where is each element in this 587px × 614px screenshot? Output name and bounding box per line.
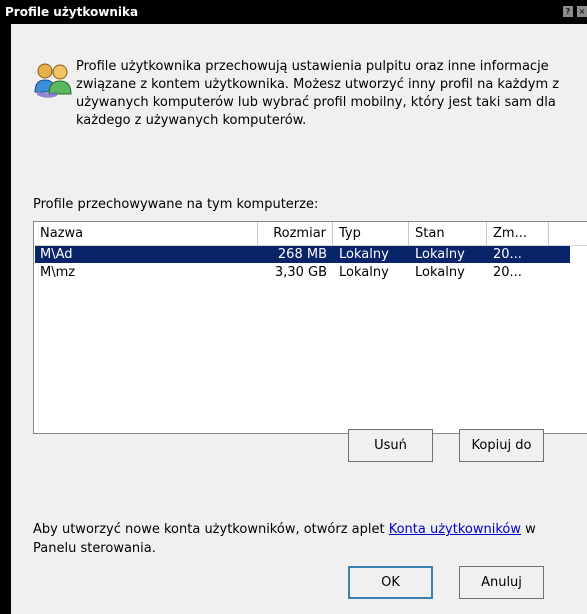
column-header-name[interactable]: Nazwa [34, 222, 258, 245]
column-header-size[interactable]: Rozmiar [258, 222, 333, 245]
footer-text: Aby utworzyć nowe konta użytkowników, ot… [33, 520, 573, 558]
cell-modified: 20... [493, 247, 522, 262]
table-row[interactable]: M\Ad 268 MB Lokalny Lokalny 20... [35, 246, 570, 263]
delete-button[interactable]: Usuń [348, 429, 433, 462]
copy-to-button[interactable]: Kopiuj do [459, 429, 544, 462]
ok-button[interactable]: OK [348, 566, 433, 599]
info-text: Profile użytkownika przechowują ustawien… [76, 59, 560, 128]
cell-type: Lokalny [339, 265, 389, 280]
cell-size: 3,30 GB [274, 265, 327, 280]
cell-size: 268 MB [277, 247, 327, 262]
cancel-button[interactable]: Anuluj [459, 566, 544, 599]
column-header-status[interactable]: Stan [409, 222, 487, 245]
cell-status: Lokalny [415, 247, 465, 262]
dialog-content: Profile użytkownika przechowują ustawien… [11, 24, 587, 614]
profiles-list-label: Profile przechowywane na tym komputerze: [33, 197, 319, 212]
cell-type: Lokalny [339, 247, 389, 262]
column-header-modified[interactable]: Zm... [487, 222, 549, 245]
table-row[interactable]: M\mz 3,30 GB Lokalny Lokalny 20... [35, 264, 570, 281]
window-left-edge [0, 24, 11, 614]
help-icon[interactable]: ? [563, 6, 573, 17]
window-title: Profile użytkownika [5, 5, 139, 19]
user-accounts-link[interactable]: Konta użytkowników [389, 522, 521, 537]
list-header: Nazwa Rozmiar Typ Stan Zm... [34, 222, 587, 246]
profiles-dialog: Profile użytkownika ? × Profile użytkown… [0, 0, 587, 614]
close-icon[interactable]: × [577, 6, 587, 17]
footer-text-before: Aby utworzyć nowe konta użytkowników, ot… [33, 522, 389, 537]
column-header-type[interactable]: Typ [333, 222, 409, 245]
cell-modified: 20... [493, 265, 522, 280]
cell-status: Lokalny [415, 265, 465, 280]
title-bar[interactable]: Profile użytkownika ? × [0, 0, 587, 24]
cell-name: M\Ad [40, 247, 73, 262]
profiles-list[interactable]: Nazwa Rozmiar Typ Stan Zm... M\Ad 268 MB… [33, 221, 587, 434]
users-icon [34, 63, 72, 98]
cell-name: M\mz [40, 265, 76, 280]
